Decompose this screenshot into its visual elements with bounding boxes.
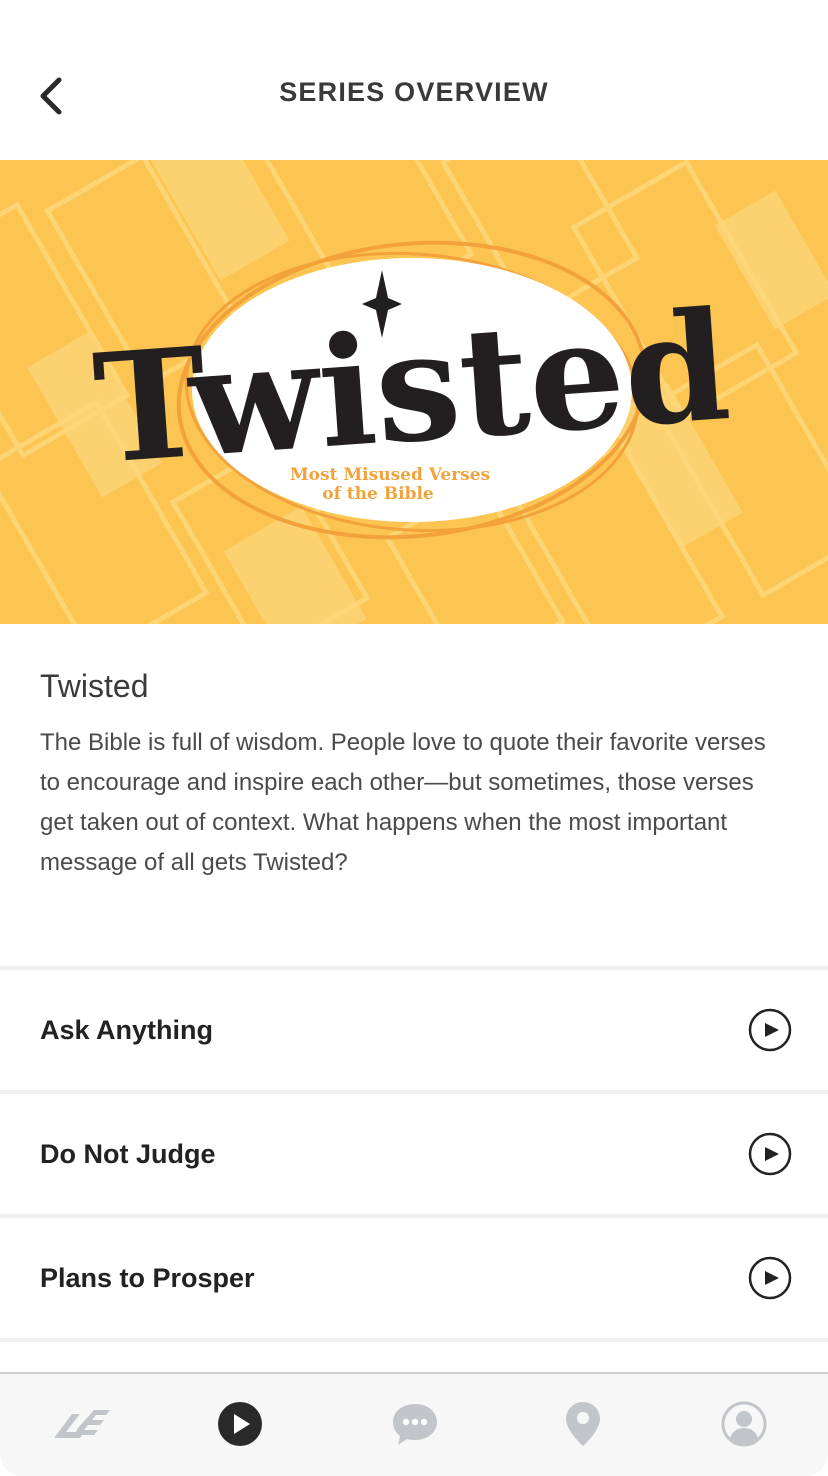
- play-icon: [218, 1402, 262, 1446]
- play-circle-icon[interactable]: [748, 1132, 792, 1176]
- tab-bar: [0, 1372, 828, 1476]
- tab-home[interactable]: [22, 1374, 142, 1474]
- top-bar: SERIES OVERVIEW: [0, 0, 828, 160]
- tab-watch[interactable]: [180, 1374, 300, 1474]
- series-art-subtitle-1: Most Misused Verses: [290, 465, 490, 485]
- episode-row[interactable]: Ask Anything: [0, 970, 828, 1090]
- episode-title: Plans to Prosper: [40, 1263, 255, 1293]
- play-circle-icon[interactable]: [748, 1008, 792, 1052]
- chat-bubble-icon: [393, 1404, 437, 1445]
- episode-row[interactable]: Plans to Prosper: [0, 1218, 828, 1338]
- tab-locations[interactable]: [523, 1374, 643, 1474]
- series-info: Twisted The Bible is full of wisdom. Peo…: [40, 668, 790, 883]
- location-pin-icon: [566, 1402, 600, 1446]
- series-title: Twisted: [40, 668, 149, 704]
- episode-title: Do Not Judge: [40, 1139, 216, 1169]
- profile-icon: [721, 1401, 767, 1447]
- tab-profile[interactable]: [684, 1374, 804, 1474]
- church-logo-icon: [54, 1410, 110, 1438]
- tab-chat[interactable]: [355, 1374, 475, 1474]
- series-description: The Bible is full of wisdom. People love…: [40, 729, 766, 876]
- series-artwork: Twisted Most Misused Verses of the Bible: [0, 160, 828, 624]
- page-title: SERIES OVERVIEW: [279, 77, 549, 107]
- series-art-subtitle-2: of the Bible: [322, 484, 434, 504]
- episode-title: Ask Anything: [40, 1015, 214, 1045]
- divider: [0, 1338, 828, 1342]
- episode-row[interactable]: Do Not Judge: [0, 1094, 828, 1214]
- play-circle-icon[interactable]: [748, 1256, 792, 1300]
